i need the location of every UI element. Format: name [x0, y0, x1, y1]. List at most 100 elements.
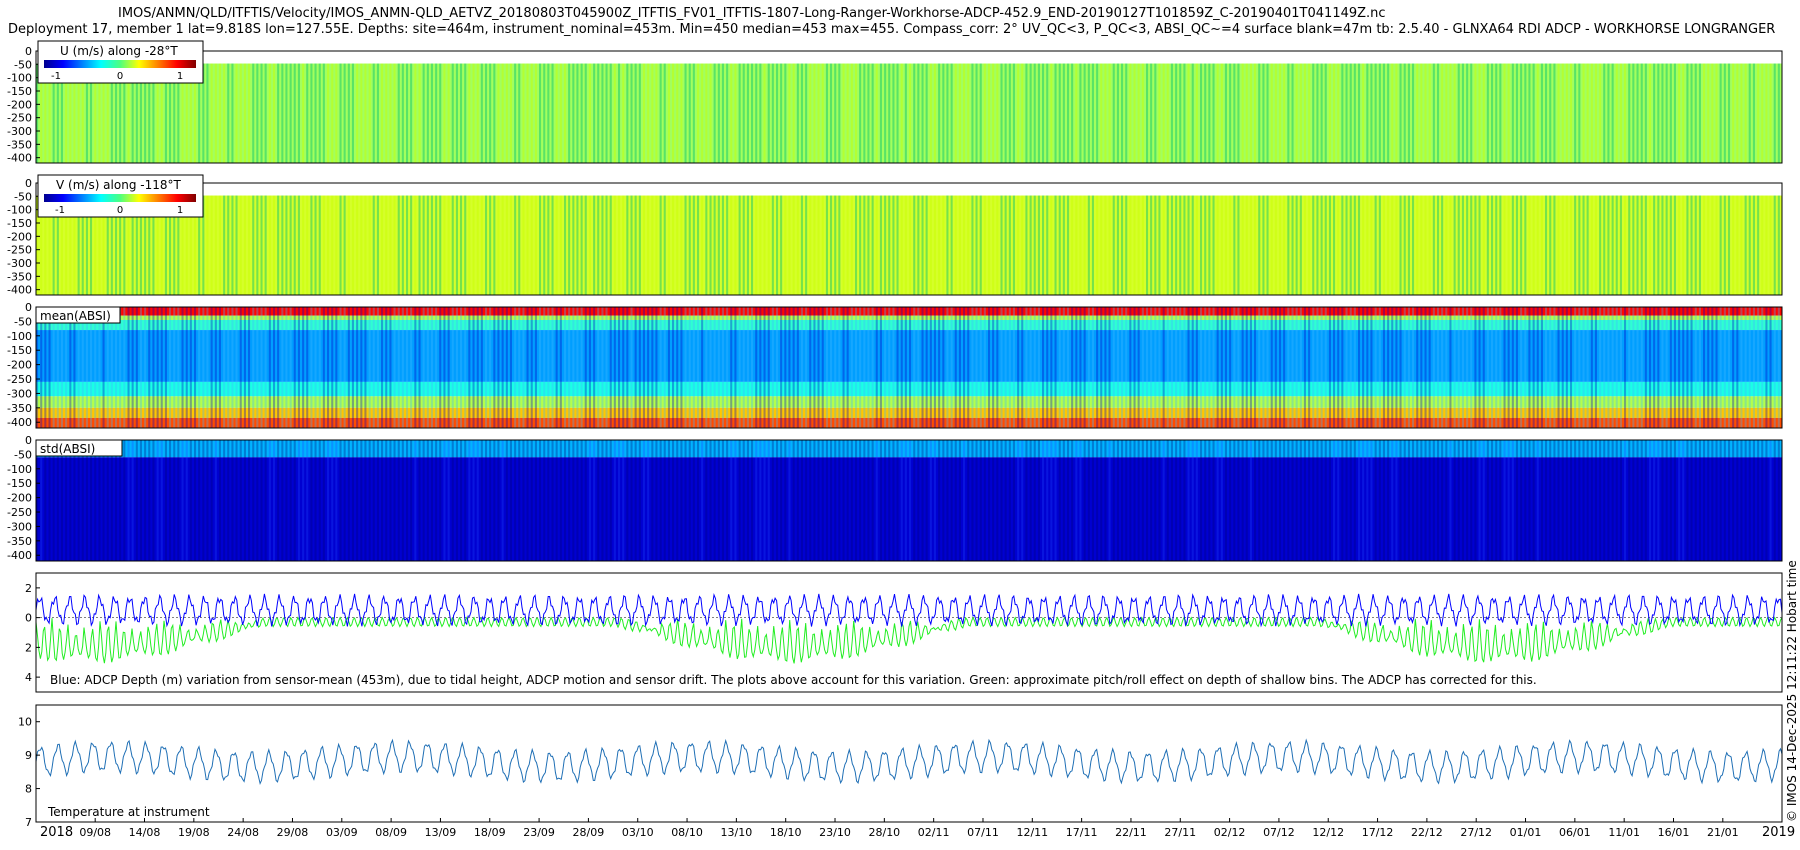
y-tick-label: -350 [7, 270, 32, 283]
heatmap-texture-stripe [1071, 195, 1074, 295]
x-tick-label: 16/01 [1658, 826, 1690, 839]
heatmap-texture-stripe [1682, 307, 1685, 428]
heatmap-texture-stripe [1507, 195, 1510, 295]
heatmap-texture-stripe [293, 440, 296, 561]
heatmap-texture-stripe [414, 440, 417, 561]
heatmap-texture-stripe [451, 195, 454, 295]
heatmap-texture-stripe [1233, 195, 1236, 295]
heatmap-texture-stripe [1628, 440, 1631, 561]
u-colorbar-tick: 1 [177, 71, 183, 82]
heatmap-texture-stripe [1204, 195, 1207, 295]
y-tick-label: -150 [7, 85, 32, 98]
heatmap-texture-stripe [767, 440, 770, 561]
heatmap-texture-stripe [1004, 63, 1007, 163]
heatmap-texture-stripe [1561, 195, 1564, 295]
heatmap-texture-stripe [688, 307, 691, 428]
heatmap-texture-stripe [430, 440, 433, 561]
heatmap-texture-stripe [713, 63, 716, 163]
heatmap-texture-stripe [48, 307, 51, 428]
heatmap-texture-stripe [730, 63, 733, 163]
y-tick-label: -300 [7, 257, 32, 270]
heatmap-texture-stripe [1312, 440, 1315, 561]
heatmap-texture-stripe [422, 440, 425, 561]
heatmap-texture-stripe [397, 195, 400, 295]
heatmap-texture-stripe [223, 195, 226, 295]
heatmap-texture-stripe [1752, 307, 1755, 428]
heatmap-texture-stripe [1062, 440, 1065, 561]
heatmap-texture-stripe [206, 195, 209, 295]
heatmap-texture-stripe [435, 307, 438, 428]
heatmap-texture-stripe [539, 63, 542, 163]
heatmap-texture-stripe [1773, 195, 1776, 295]
y-tick-label: 0 [25, 434, 32, 447]
heatmap-texture-stripe [983, 63, 986, 163]
heatmap-texture-stripe [368, 63, 371, 163]
heatmap-texture-stripe [692, 440, 695, 561]
heatmap-texture-stripe [547, 195, 550, 295]
heatmap-texture-stripe [1208, 63, 1211, 163]
heatmap-texture-stripe [1765, 195, 1768, 295]
heatmap-texture-stripe [1083, 63, 1086, 163]
heatmap-texture-stripe [1395, 440, 1398, 561]
heatmap-texture-stripe [1412, 195, 1415, 295]
heatmap-texture-stripe [1611, 63, 1614, 163]
heatmap-texture-stripe [630, 195, 633, 295]
heatmap-texture-stripe [1200, 307, 1203, 428]
heatmap-texture-stripe [1453, 195, 1456, 295]
heatmap-texture-stripe [805, 195, 808, 295]
heatmap-texture-stripe [1644, 307, 1647, 428]
heatmap-texture-stripe [1486, 195, 1489, 295]
heatmap-texture-stripe [1345, 63, 1348, 163]
heatmap-texture-stripe [1212, 195, 1215, 295]
heatmap-texture-stripe [692, 63, 695, 163]
x-year-end: 2019 [1762, 825, 1795, 840]
heatmap-texture-stripe [123, 440, 126, 561]
heatmap-texture-stripe [688, 195, 691, 295]
copyright-timestamp: © IMOS 14-Dec-2025 12:11:22 Hobart time [1785, 560, 1799, 822]
heatmap-texture-stripe [983, 440, 986, 561]
heatmap-texture-stripe [40, 307, 43, 428]
heatmap-texture-stripe [173, 440, 176, 561]
heatmap-texture-stripe [709, 307, 712, 428]
heatmap-texture-stripe [331, 195, 334, 295]
heatmap-texture-stripe [821, 440, 824, 561]
heatmap-texture-stripe [455, 440, 458, 561]
heatmap-texture-stripe [1391, 63, 1394, 163]
heatmap-texture-stripe [1624, 307, 1627, 428]
heatmap-texture-stripe [77, 440, 80, 561]
heatmap-texture-stripe [892, 195, 895, 295]
heatmap-texture-stripe [1112, 307, 1115, 428]
heatmap-texture-stripe [1320, 440, 1323, 561]
heatmap-texture-stripe [289, 195, 292, 295]
heatmap-texture-stripe [588, 195, 591, 295]
heatmap-texture-stripe [1254, 307, 1257, 428]
heatmap-texture-stripe [813, 307, 816, 428]
heatmap-texture-stripe [630, 307, 633, 428]
heatmap-texture-stripe [347, 307, 350, 428]
heatmap-texture-stripe [950, 440, 953, 561]
heatmap-texture-stripe [626, 440, 629, 561]
heatmap-texture-stripe [314, 63, 317, 163]
heatmap-texture-stripe [875, 307, 878, 428]
heatmap-texture-stripe [410, 307, 413, 428]
heatmap-texture-stripe [518, 307, 521, 428]
heatmap-texture-stripe [1337, 63, 1340, 163]
heatmap-texture-stripe [1470, 195, 1473, 295]
y-tick-label: -250 [7, 244, 32, 257]
heatmap-texture-stripe [979, 63, 982, 163]
heatmap-texture-stripe [780, 440, 783, 561]
heatmap-texture-stripe [909, 195, 912, 295]
heatmap-texture-stripe [460, 440, 463, 561]
heatmap-texture-stripe [310, 440, 313, 561]
heatmap-texture-stripe [1553, 63, 1556, 163]
heatmap-texture-stripe [1333, 195, 1336, 295]
heatmap-texture-stripe [1615, 63, 1618, 163]
heatmap-texture-stripe [593, 63, 596, 163]
heatmap-texture-stripe [1611, 307, 1614, 428]
heatmap-texture-stripe [564, 440, 567, 561]
heatmap-texture-stripe [1682, 440, 1685, 561]
heatmap-texture-stripe [1328, 63, 1331, 163]
heatmap-texture-stripe [1362, 195, 1365, 295]
heatmap-texture-stripe [776, 440, 779, 561]
heatmap-texture-stripe [605, 307, 608, 428]
